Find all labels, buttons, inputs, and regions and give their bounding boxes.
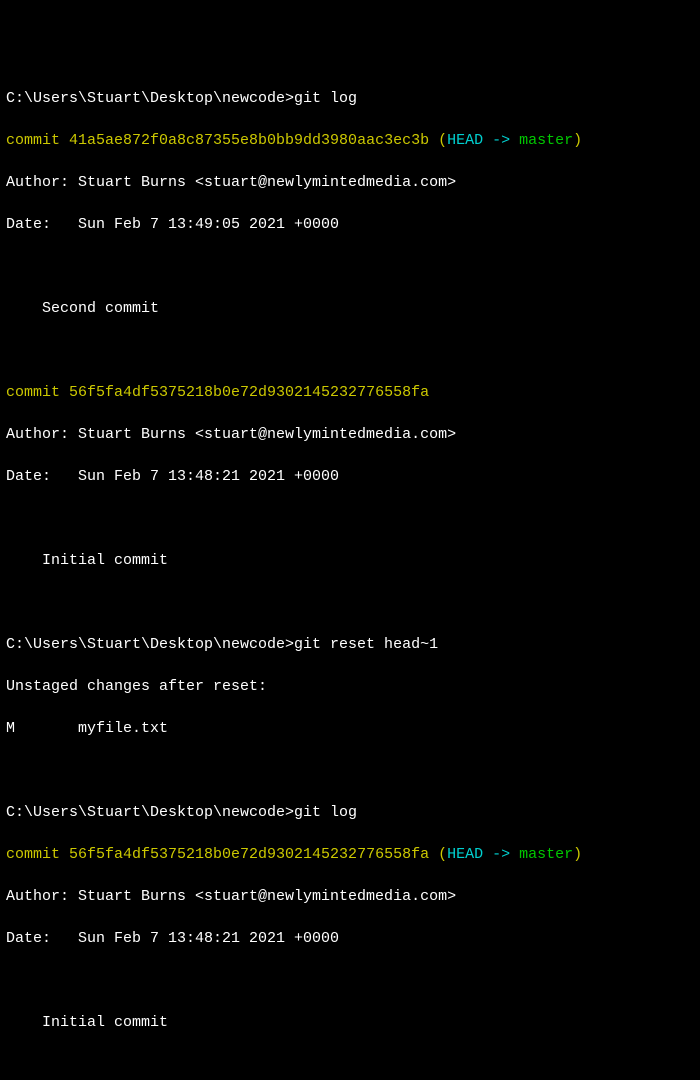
prompt-path: C:\Users\Stuart\Desktop\newcode> <box>6 804 294 821</box>
ref-close: ) <box>573 846 582 863</box>
ref-branch: master <box>519 132 573 149</box>
command-text: git log <box>294 90 357 107</box>
ref-close: ) <box>573 132 582 149</box>
blank-line <box>6 970 694 991</box>
command-text: git log <box>294 804 357 821</box>
ref-head: HEAD -> <box>447 846 519 863</box>
prompt-line-1[interactable]: C:\Users\Stuart\Desktop\newcode>git log <box>6 88 694 109</box>
commit-line-2: commit 56f5fa4df5375218b0e72d93021452327… <box>6 382 694 403</box>
command-text: git reset head~1 <box>294 636 438 653</box>
blank-line <box>6 508 694 529</box>
ref-open: ( <box>429 846 447 863</box>
author-line-3: Author: Stuart Burns <stuart@newlyminted… <box>6 886 694 907</box>
commit-prefix: commit <box>6 384 69 401</box>
commit-hash: 56f5fa4df5375218b0e72d9302145232776558fa <box>69 384 429 401</box>
commit-message-1: Second commit <box>6 298 694 319</box>
reset-output-2: M myfile.txt <box>6 718 694 739</box>
ref-branch: master <box>519 846 573 863</box>
prompt-line-3[interactable]: C:\Users\Stuart\Desktop\newcode>git log <box>6 802 694 823</box>
reset-output-1: Unstaged changes after reset: <box>6 676 694 697</box>
prompt-line-2[interactable]: C:\Users\Stuart\Desktop\newcode>git rese… <box>6 634 694 655</box>
author-line-1: Author: Stuart Burns <stuart@newlyminted… <box>6 172 694 193</box>
ref-head: HEAD -> <box>447 132 519 149</box>
prompt-path: C:\Users\Stuart\Desktop\newcode> <box>6 90 294 107</box>
commit-message-3: Initial commit <box>6 1012 694 1033</box>
blank-line <box>6 592 694 613</box>
commit-message-2: Initial commit <box>6 550 694 571</box>
date-line-3: Date: Sun Feb 7 13:48:21 2021 +0000 <box>6 928 694 949</box>
commit-hash: 56f5fa4df5375218b0e72d9302145232776558fa <box>69 846 429 863</box>
date-line-2: Date: Sun Feb 7 13:48:21 2021 +0000 <box>6 466 694 487</box>
prompt-path: C:\Users\Stuart\Desktop\newcode> <box>6 636 294 653</box>
commit-line-3: commit 56f5fa4df5375218b0e72d93021452327… <box>6 844 694 865</box>
author-line-2: Author: Stuart Burns <stuart@newlyminted… <box>6 424 694 445</box>
commit-prefix: commit <box>6 132 69 149</box>
ref-open: ( <box>429 132 447 149</box>
blank-line <box>6 340 694 361</box>
date-line-1: Date: Sun Feb 7 13:49:05 2021 +0000 <box>6 214 694 235</box>
commit-prefix: commit <box>6 846 69 863</box>
commit-hash: 41a5ae872f0a8c87355e8b0bb9dd3980aac3ec3b <box>69 132 429 149</box>
commit-line-1: commit 41a5ae872f0a8c87355e8b0bb9dd3980a… <box>6 130 694 151</box>
blank-line <box>6 256 694 277</box>
blank-line <box>6 760 694 781</box>
